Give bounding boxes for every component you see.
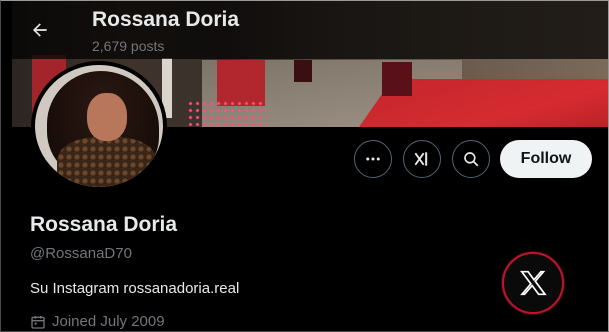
calendar-icon (31, 315, 45, 329)
search-button[interactable] (452, 140, 490, 178)
avatar[interactable] (31, 61, 167, 191)
grok-icon (414, 152, 428, 166)
posts-count: 2,679 posts (92, 38, 165, 54)
joined-date-label: Joined July 2009 (52, 313, 165, 330)
profile-header: Rossana Doria 2,679 posts (0, 0, 609, 59)
more-button[interactable] (354, 140, 392, 178)
joined-date: Joined July 2009 (30, 313, 165, 330)
banner-post (382, 62, 412, 96)
follow-button[interactable]: Follow (500, 140, 592, 178)
banner-lights (187, 100, 267, 126)
display-name: Rossana Doria (30, 213, 178, 236)
user-handle: @RossanaD70 (30, 245, 132, 262)
x-logo-badge (502, 252, 564, 314)
banner-post (294, 60, 312, 82)
search-icon (464, 152, 479, 167)
header-title: Rossana Doria (92, 8, 240, 31)
bio: Su Instagram rossanadoria.real (30, 280, 240, 297)
more-horizontal-icon (366, 157, 380, 161)
x-logo-icon (519, 270, 547, 296)
grok-button[interactable] (403, 140, 441, 178)
arrow-left-icon (33, 23, 47, 37)
back-button[interactable] (22, 12, 58, 48)
